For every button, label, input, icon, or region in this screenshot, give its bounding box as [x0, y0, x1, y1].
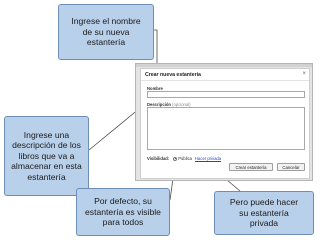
create-shelf-dialog: Crear nueva estantería × Nombre Descripc… [140, 68, 310, 179]
title-divider [141, 80, 309, 81]
public-radio[interactable] [173, 156, 178, 161]
public-option-label: Pública [178, 156, 192, 161]
visibility-row: Visibilidad: Pública Hacer privada [147, 156, 221, 161]
description-textarea[interactable] [147, 107, 305, 150]
callout-line: estantería [86, 37, 126, 48]
make-private-link[interactable]: Hacer privada [195, 156, 221, 161]
cancel-button[interactable]: Cancelar [277, 163, 305, 171]
visibility-label: Visibilidad: [147, 156, 170, 161]
callout-line: Ingrese una [23, 129, 70, 140]
name-input[interactable] [147, 91, 305, 98]
callout-line: de su nueva [82, 26, 130, 37]
callout-private-hint: Pero puede hacer su estantería privada [214, 191, 314, 235]
callout-line: Pero puede hacer [229, 197, 299, 208]
callout-line: almacenar en esta [11, 161, 82, 172]
dialog-screenshot: Crear nueva estantería × Nombre Descripc… [135, 63, 313, 181]
callout-description-hint: Ingrese una descripción de los libros qu… [4, 116, 89, 196]
callout-line: su estantería [239, 207, 289, 218]
dialog-title: Crear nueva estantería [145, 72, 201, 78]
callout-line: estantería es visible [85, 206, 161, 217]
callout-line: privada [249, 218, 279, 229]
callout-line: Por defecto, su [94, 196, 152, 207]
callout-default-visibility-hint: Por defecto, su estantería es visible pa… [76, 188, 170, 236]
callout-line: libros que va a [18, 150, 75, 161]
close-icon[interactable]: × [302, 71, 306, 77]
create-shelf-button[interactable]: Crear estantería [229, 163, 273, 171]
callout-name-hint: Ingrese el nombre de su nueva estantería [58, 4, 154, 60]
callout-line: Ingrese el nombre [71, 16, 141, 27]
browser-bar [136, 64, 312, 67]
callout-line: estantería [27, 171, 66, 182]
callout-line: para todos [102, 217, 144, 228]
callout-line: descripción de los [12, 140, 81, 151]
